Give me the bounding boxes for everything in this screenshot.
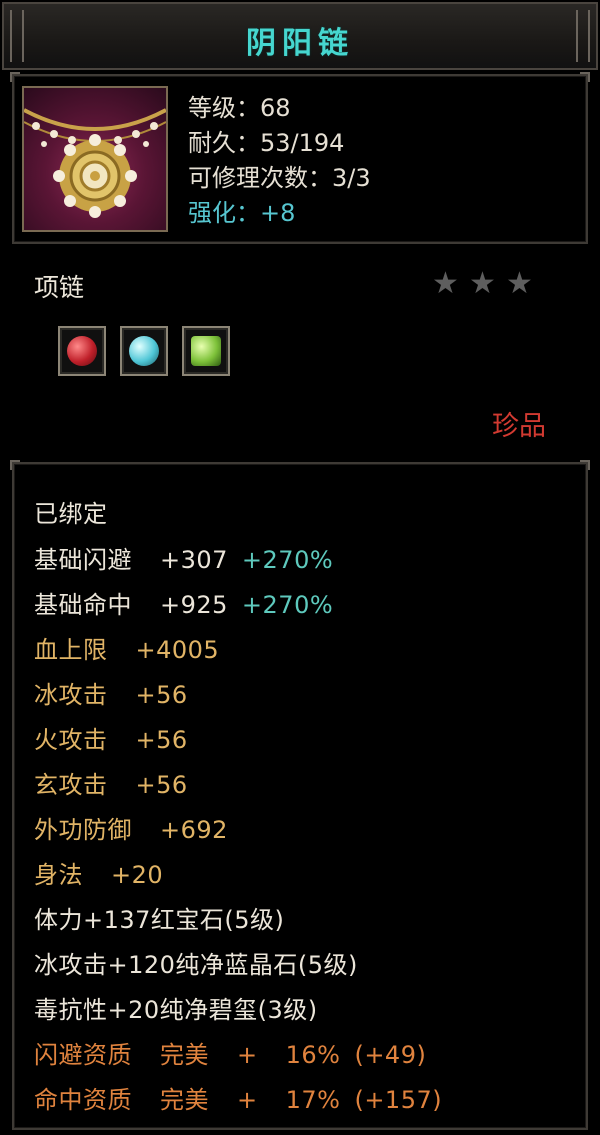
stat-ice-attack: 冰攻击 +56 xyxy=(34,675,188,710)
red-gem-icon xyxy=(67,336,97,366)
stat-mystic-attack: 玄攻击 +56 xyxy=(34,765,188,800)
stat-value: +20 xyxy=(111,861,164,889)
stat-label: 外功防御 xyxy=(34,816,132,844)
corner-ornament xyxy=(580,72,590,82)
stat-base-hit: 基础命中 +925 +270% xyxy=(34,585,333,620)
stat-value: +56 xyxy=(135,681,188,709)
star-icon: ★ xyxy=(432,266,459,301)
item-repair-count: 可修理次数：3/3 xyxy=(188,164,371,192)
gem-slot-3[interactable] xyxy=(182,326,230,376)
stat-label: 闪避资质 xyxy=(34,1041,132,1069)
necklace-icon[interactable] xyxy=(22,86,168,232)
stat-fire-attack: 火攻击 +56 xyxy=(34,720,188,755)
gem-slot-1[interactable] xyxy=(58,326,106,376)
stat-label: 基础闪避 xyxy=(34,546,132,574)
corner-ornament xyxy=(10,72,20,82)
quality-grade: 完美 xyxy=(160,1041,209,1069)
stat-label: 身法 xyxy=(34,861,83,889)
quality-percent: 17% xyxy=(285,1086,341,1114)
item-level: 等级：68 xyxy=(188,94,291,122)
quality-plus: + xyxy=(237,1086,258,1114)
stat-label: 火攻击 xyxy=(34,726,108,754)
stat-agility: 身法 +20 xyxy=(34,855,163,890)
stat-label: 冰攻击 xyxy=(34,681,108,709)
stat-hit-quality: 命中资质 完美 +17% (+157) xyxy=(34,1080,442,1115)
stat-hp-max: 血上限 +4005 xyxy=(34,630,219,665)
item-durability: 耐久：53/194 xyxy=(188,129,345,157)
star-icon: ★ xyxy=(469,266,496,301)
gem-bonus-line-3: 毒抗性+20纯净碧玺(3级) xyxy=(34,996,318,1024)
stat-bonus: +270% xyxy=(241,591,334,619)
stat-value: +692 xyxy=(160,816,228,844)
stat-value: +307 xyxy=(160,546,228,574)
stat-outer-defense: 外功防御 +692 xyxy=(34,810,228,845)
quality-extra: (+49) xyxy=(354,1041,427,1069)
corner-ornament xyxy=(10,460,20,470)
quality-extra: (+157) xyxy=(354,1086,443,1114)
stat-value: +56 xyxy=(135,771,188,799)
gem-slot-2[interactable] xyxy=(120,326,168,376)
stat-bonus: +270% xyxy=(241,546,334,574)
stat-dodge-quality: 闪避资质 完美 +16% (+49) xyxy=(34,1035,426,1070)
stat-label: 玄攻击 xyxy=(34,771,108,799)
stat-label: 血上限 xyxy=(34,636,108,664)
corner-ornament xyxy=(580,460,590,470)
stat-value: +925 xyxy=(160,591,228,619)
rarity-label: 珍品 xyxy=(492,411,546,442)
blue-gem-icon xyxy=(129,336,159,366)
stat-value: +56 xyxy=(135,726,188,754)
quality-grade: 完美 xyxy=(160,1086,209,1114)
star-icon: ★ xyxy=(506,266,533,301)
green-gem-icon xyxy=(191,336,221,366)
item-name: 阴阳链 xyxy=(246,26,354,61)
quality-percent: 16% xyxy=(285,1041,341,1069)
quality-plus: + xyxy=(237,1041,258,1069)
gem-bonus-line-1: 体力+137红宝石(5级) xyxy=(34,906,285,934)
title-bar: 阴阳链 xyxy=(2,2,598,70)
necklace-image xyxy=(24,108,166,218)
item-type: 项链 xyxy=(34,273,85,302)
stat-label: 基础命中 xyxy=(34,591,132,619)
item-enhance-level: 强化：+8 xyxy=(188,199,296,227)
stat-label: 命中资质 xyxy=(34,1086,132,1114)
bound-status: 已绑定 xyxy=(34,500,108,528)
gem-bonus-line-2: 冰攻击+120纯净蓝晶石(5级) xyxy=(34,951,358,979)
stat-value: +4005 xyxy=(135,636,220,664)
stat-base-dodge: 基础闪避 +307 +270% xyxy=(34,540,333,575)
